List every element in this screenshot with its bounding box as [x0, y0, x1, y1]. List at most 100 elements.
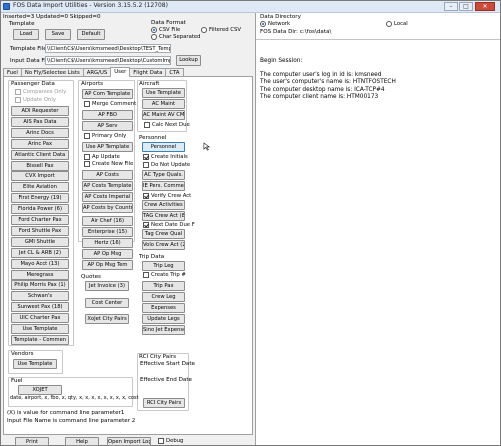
xojet-button[interactable]: XOJET	[18, 385, 62, 395]
passenger-button-ford-charter-pax[interactable]: Ford Charter Pax	[11, 215, 69, 225]
passenger-button-elite-aviation[interactable]: Elite Aviation	[11, 182, 69, 193]
tab-user[interactable]: User	[110, 67, 131, 77]
ap-op-msg-button[interactable]: AP Op Msg	[82, 249, 133, 259]
expenses-button[interactable]: Expenses	[142, 303, 185, 313]
mouse-cursor-icon	[203, 142, 211, 151]
load-button[interactable]: Load	[13, 29, 39, 40]
radio-label: Local	[394, 21, 408, 27]
passenger-button-adi-requester[interactable]: ADI Requester	[11, 106, 69, 116]
hertz-button[interactable]: Hertz (16)	[82, 238, 133, 248]
passenger-button-mayo-acct-13[interactable]: Mayo Acct (13)	[11, 258, 69, 269]
create-new-file-checkbox[interactable]: Create New File	[84, 161, 133, 168]
radio-indicator	[201, 27, 207, 34]
rci-city-pairs-button[interactable]: RCI City Pairs	[143, 398, 185, 408]
passenger-button-bissell-pax[interactable]: Bissell Pax	[11, 160, 69, 171]
passenger-button-arinc-pax[interactable]: Arinc Pax	[11, 138, 69, 149]
char-separated-radio[interactable]: Char Separated	[151, 34, 201, 41]
passenger-button-meregrass[interactable]: Meregrass	[11, 269, 69, 280]
ap-serv-button[interactable]: AP Serv	[82, 121, 133, 131]
ap-costs-imperial-button[interactable]: AP Costs Imperial	[82, 192, 133, 202]
ap-costs-button[interactable]: AP Costs	[82, 170, 133, 180]
checkbox-box	[15, 97, 21, 104]
ac-type-quals-button[interactable]: AC Type Quals.	[142, 170, 185, 180]
verify-crew-act-checkbox[interactable]: Verify Crew Act	[143, 193, 191, 200]
save-button[interactable]: Save	[45, 29, 71, 40]
passenger-button-florida-power-6[interactable]: Florida Power (6)	[11, 204, 69, 215]
xojet-city-pairs-button[interactable]: XoJet City Pairs	[85, 314, 129, 324]
ap-costs-template-button[interactable]: AP Costs Template	[82, 181, 133, 191]
update-only-checkbox[interactable]: Update Only	[15, 97, 56, 104]
filtered-csv-radio[interactable]: Filtered CSV	[201, 27, 241, 34]
csv-file-radio[interactable]: CSV File	[151, 27, 180, 34]
next-date-due-checkbox[interactable]: Next Date Due F	[143, 222, 195, 229]
passenger-button-use-template[interactable]: Use Template	[11, 324, 69, 334]
passenger-button-first-energy-19[interactable]: First Energy (19)	[11, 193, 69, 204]
checkbox-box	[15, 89, 21, 96]
template-file-field[interactable]: \\Client\C$\Users\kmsmeed\Desktop\TEST_T…	[45, 44, 171, 53]
passenger-button-ford-shuttle-pax[interactable]: Ford Shuttle Pax	[11, 225, 69, 236]
trip-pax-button[interactable]: Trip Pax	[142, 281, 185, 291]
cost-center-button[interactable]: Cost Center	[85, 298, 129, 308]
passenger-button-philip-morris-pax-1[interactable]: Philip Morris Pax (1)	[11, 280, 69, 291]
print-button[interactable]: Print	[15, 437, 49, 446]
volo-crew-act-button[interactable]: Volo Crew Act (27)	[142, 240, 185, 250]
do-not-update-checkbox[interactable]: Do Not Update	[143, 162, 190, 169]
jet-invoice-button[interactable]: Jet Invoice (3)	[85, 281, 129, 291]
local-radio[interactable]: Local	[386, 21, 408, 28]
close-button[interactable]: ✕	[475, 2, 495, 11]
ac-maint-av-cmp-button[interactable]: AC Maint AV CMP	[142, 110, 185, 120]
default-button[interactable]: Default	[77, 29, 105, 40]
update-legs-button[interactable]: Update Legs	[142, 314, 185, 324]
minimize-button[interactable]: –	[444, 2, 458, 11]
passenger-button-cvx-import[interactable]: CVX Import	[11, 171, 69, 182]
merge-comment-checkbox[interactable]: Merge Comment	[84, 101, 136, 108]
passenger-button-uic-charter-pax[interactable]: UIC Charter Pax	[11, 313, 69, 324]
personnel-button[interactable]: Personnel	[142, 142, 185, 152]
input-data-file-field[interactable]: \\Client\C$\Users\kmsmeed\Desktop\Custom…	[45, 56, 171, 65]
help-button[interactable]: Help	[65, 437, 99, 446]
aircraft-use-template-button[interactable]: Use Template	[142, 88, 185, 98]
passenger-button-jet-cl-arb-2[interactable]: Jet CL & ARB (2)	[11, 247, 69, 258]
air-chef-button[interactable]: Air Chef (16)	[82, 216, 133, 226]
trip-leg-button[interactable]: Trip Leg	[142, 261, 185, 271]
calc-next-due-checkbox[interactable]: Calc Next Due	[144, 122, 190, 129]
quotes-label: Quotes	[81, 274, 101, 280]
ap-com-template-button[interactable]: AP Com Template	[82, 89, 133, 99]
create-initials-checkbox[interactable]: Create Initials	[143, 154, 188, 161]
app-icon	[3, 3, 10, 10]
crew-activities-button[interactable]: Crew Activities	[142, 200, 185, 210]
log-line: The computer client name is: HTM00173	[260, 93, 379, 100]
lookup-button[interactable]: Lookup	[176, 55, 201, 66]
maximize-button[interactable]: □	[459, 2, 473, 11]
debug-checkbox[interactable]: Debug	[158, 438, 184, 445]
passenger-button-ais-pax-data[interactable]: AIS Pax Data	[11, 116, 69, 127]
checkbox-label: Debug	[166, 438, 184, 444]
crew-leg-button[interactable]: Crew Leg	[142, 292, 185, 302]
personnel-label: Personnel	[139, 135, 167, 141]
radio-indicator	[386, 21, 392, 28]
aircraft-label: Aircraft	[139, 81, 160, 87]
ap-fbo-button[interactable]: AP FBO	[82, 110, 133, 120]
passenger-button-schwan-s[interactable]: Schwan's	[11, 291, 69, 302]
passenger-button-template-commen[interactable]: Template - Commen	[11, 334, 69, 345]
ap-op-msg-tem-button[interactable]: AP Op Msg Tem	[82, 260, 133, 270]
ap-costs-by-country-button[interactable]: AP Costs by Countr	[82, 203, 133, 213]
enterprise-button[interactable]: Enterprise (15)	[82, 227, 133, 237]
companies-only-checkbox[interactable]: Companies Only	[15, 89, 66, 96]
tag-crew-qual-button[interactable]: Tag Crew Qual	[142, 229, 185, 239]
network-radio[interactable]: Network	[260, 21, 290, 28]
passenger-button-sunwest-pax-18[interactable]: Sunwest Pax (18)	[11, 302, 69, 313]
primary-only-checkbox[interactable]: Primary Only	[84, 133, 126, 140]
passenger-button-atlantic-client-data[interactable]: Atlantic Client Data	[11, 149, 69, 160]
tag-crew-act-button[interactable]: TAG Crew Act (8)	[142, 211, 185, 221]
create-trip-checkbox[interactable]: Create Trip #	[143, 272, 186, 279]
ie-pers-comment-button[interactable]: IE Pers. Comment	[142, 181, 185, 191]
use-ap-template-button[interactable]: Use AP Template	[82, 142, 133, 152]
ap-update-checkbox[interactable]: Ap Update	[84, 154, 120, 161]
sino-jet-expenses-button[interactable]: Sino Jet Expenses	[142, 325, 185, 335]
vendors-use-template-button[interactable]: Use Template	[13, 359, 57, 369]
passenger-button-arinc-docs[interactable]: Arinc Docs	[11, 127, 69, 138]
passenger-button-gmi-shuttle[interactable]: GMI Shuttle	[11, 236, 69, 247]
ac-maint-button[interactable]: AC Maint	[142, 99, 185, 109]
open-import-log-button[interactable]: Open Import Log	[107, 437, 151, 446]
